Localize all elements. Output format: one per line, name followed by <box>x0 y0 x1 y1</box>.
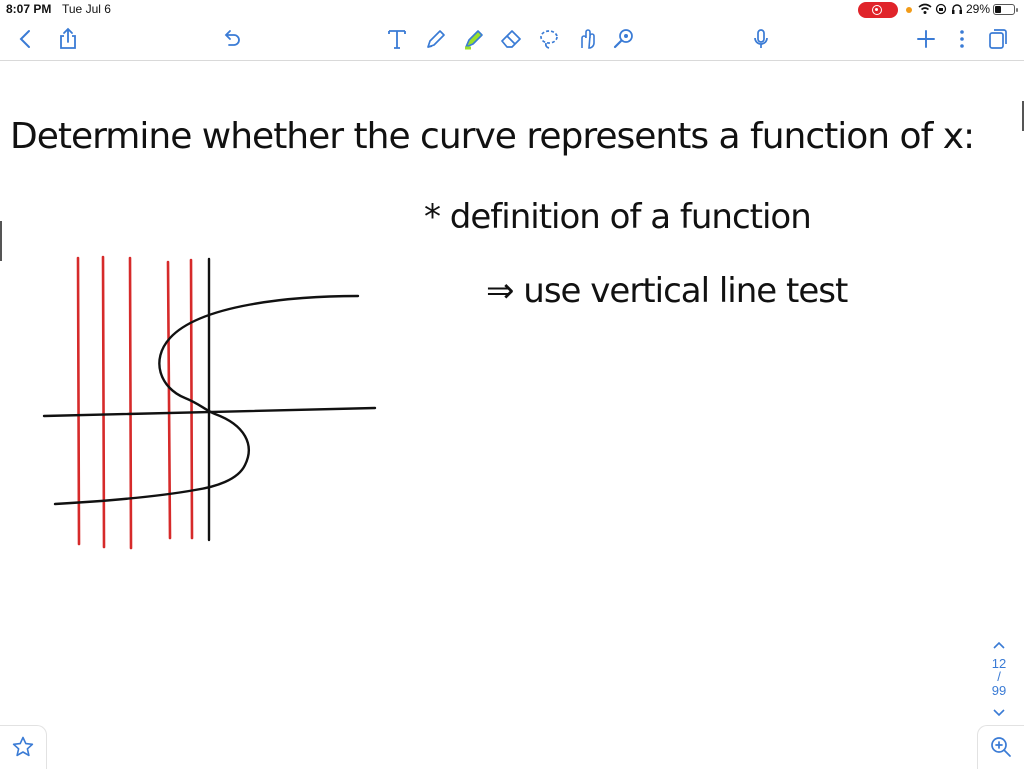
favorite-button[interactable] <box>0 725 47 769</box>
handwritten-instruction: ⇒ use vertical line test <box>486 271 848 311</box>
back-chevron-icon[interactable] <box>12 25 40 53</box>
zoom-button[interactable] <box>977 725 1024 769</box>
red-vertical-line <box>101 255 106 549</box>
shape-tool-icon[interactable] <box>573 25 601 53</box>
s-curve <box>53 294 360 506</box>
lasso-tool-icon[interactable] <box>535 25 563 53</box>
previous-page-chevron-icon[interactable] <box>984 638 1014 656</box>
next-page-chevron-icon[interactable] <box>984 706 1014 724</box>
pages-icon[interactable] <box>984 25 1012 53</box>
text-tool-icon[interactable] <box>383 25 411 53</box>
star-icon <box>12 736 34 757</box>
zoom-in-icon <box>991 737 1011 757</box>
laser-pointer-icon[interactable] <box>610 25 638 53</box>
orientation-lock-icon <box>935 3 947 15</box>
status-bar: 8:07 PM Tue Jul 6 29% <box>0 0 1024 20</box>
page-edge-marker-left <box>0 221 2 261</box>
vertical-line-test-sketch <box>42 255 377 550</box>
undo-icon[interactable] <box>218 25 246 53</box>
add-page-icon[interactable] <box>912 25 940 53</box>
share-icon[interactable] <box>54 25 82 53</box>
page-navigator: 12 / 99 <box>984 638 1014 724</box>
screen-recording-indicator[interactable] <box>858 2 898 18</box>
status-time: 8:07 PM <box>6 2 52 16</box>
note-page[interactable]: Determine whether the curve represents a… <box>0 61 1024 768</box>
battery-percent: 29% <box>966 2 991 16</box>
more-options-icon[interactable] <box>948 25 976 53</box>
headphones-icon <box>952 4 962 14</box>
highlighter-tool-icon[interactable] <box>460 25 488 53</box>
pen-tool-icon[interactable] <box>422 25 450 53</box>
battery-icon <box>993 4 1018 15</box>
handwritten-definition: * definition of a function <box>424 197 812 237</box>
total-page-count: 99 <box>991 683 1007 698</box>
wifi-icon <box>918 3 932 14</box>
mic-in-use-indicator <box>906 7 912 13</box>
notes-toolbar <box>0 20 1024 61</box>
red-vertical-line <box>128 256 133 550</box>
microphone-icon[interactable] <box>747 25 775 53</box>
record-icon <box>872 5 882 15</box>
red-vertical-line <box>76 256 81 546</box>
page-separator: / <box>997 669 1001 684</box>
status-date: Tue Jul 6 <box>62 2 111 16</box>
handwritten-heading: Determine whether the curve represents a… <box>10 116 975 157</box>
eraser-tool-icon[interactable] <box>497 25 525 53</box>
red-vertical-line <box>189 258 194 540</box>
red-vertical-line <box>166 260 172 540</box>
